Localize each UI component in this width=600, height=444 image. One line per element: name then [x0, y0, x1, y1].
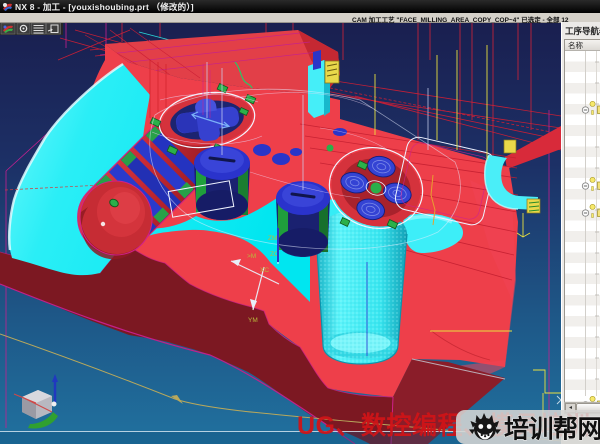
svg-text:>M: >M — [247, 253, 256, 260]
svg-text:XC: XC — [260, 267, 269, 274]
svg-text:YM: YM — [248, 317, 258, 324]
svg-text:培训帮网: 培训帮网 — [504, 415, 600, 444]
svg-text:ZM: ZM — [268, 235, 277, 242]
